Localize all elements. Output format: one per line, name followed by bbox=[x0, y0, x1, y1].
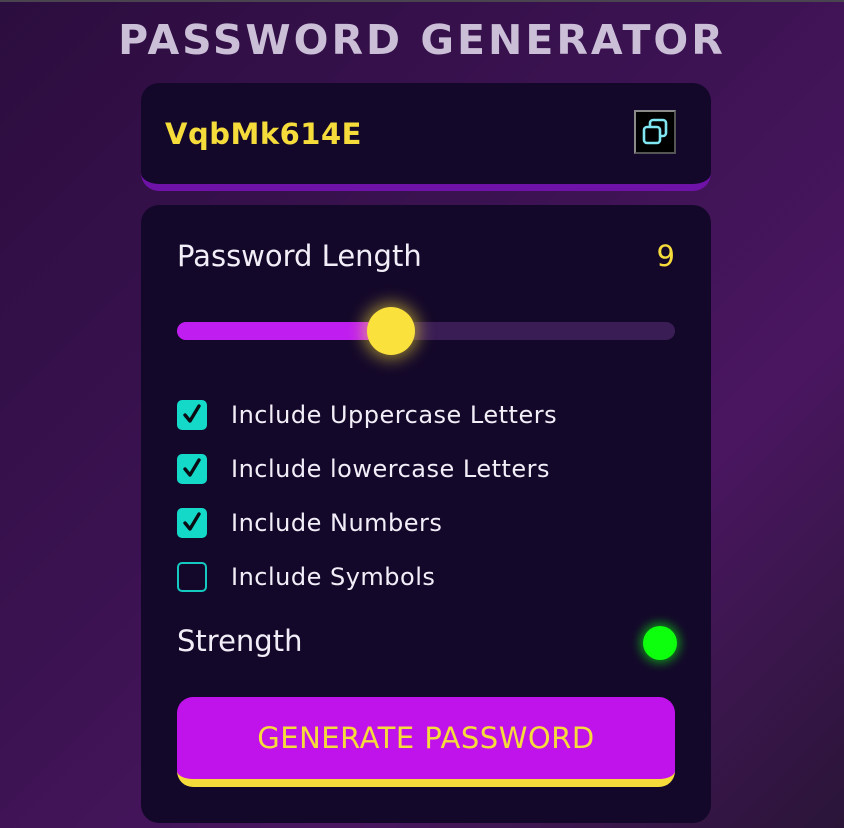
length-label: Password Length bbox=[177, 239, 422, 273]
slider-thumb[interactable] bbox=[367, 307, 416, 355]
option-label: Include lowercase Letters bbox=[231, 455, 551, 483]
page-title: PASSWORD GENERATOR bbox=[118, 16, 726, 64]
copy-button[interactable] bbox=[634, 110, 676, 154]
option-label: Include Uppercase Letters bbox=[231, 401, 558, 429]
password-output: VqbMk614E bbox=[165, 117, 362, 151]
checkbox-uppercase[interactable] bbox=[177, 400, 207, 430]
strength-indicator bbox=[643, 626, 677, 660]
checkmark-icon bbox=[183, 404, 201, 423]
length-slider[interactable] bbox=[177, 307, 675, 355]
checkmark-icon bbox=[183, 512, 201, 531]
option-lowercase[interactable]: Include lowercase Letters bbox=[177, 454, 550, 484]
checkbox-numbers[interactable] bbox=[177, 508, 207, 538]
strength-label: Strength bbox=[177, 624, 303, 658]
generate-button[interactable]: GENERATE PASSWORD bbox=[177, 697, 675, 787]
checkmark-icon bbox=[183, 458, 201, 477]
copy-icon bbox=[642, 118, 668, 145]
option-numbers[interactable]: Include Numbers bbox=[177, 508, 442, 538]
option-uppercase[interactable]: Include Uppercase Letters bbox=[177, 400, 557, 430]
slider-fill bbox=[177, 322, 392, 340]
window-top-border bbox=[0, 0, 844, 2]
settings-panel: Password Length 9 Include Uppercase Lett… bbox=[141, 205, 711, 823]
checkbox-lowercase[interactable] bbox=[177, 454, 207, 484]
password-display: VqbMk614E bbox=[141, 83, 711, 191]
length-value: 9 bbox=[656, 239, 675, 273]
option-label: Include Symbols bbox=[231, 563, 436, 591]
checkbox-symbols[interactable] bbox=[177, 562, 207, 592]
option-label: Include Numbers bbox=[231, 509, 443, 537]
option-symbols[interactable]: Include Symbols bbox=[177, 562, 435, 592]
